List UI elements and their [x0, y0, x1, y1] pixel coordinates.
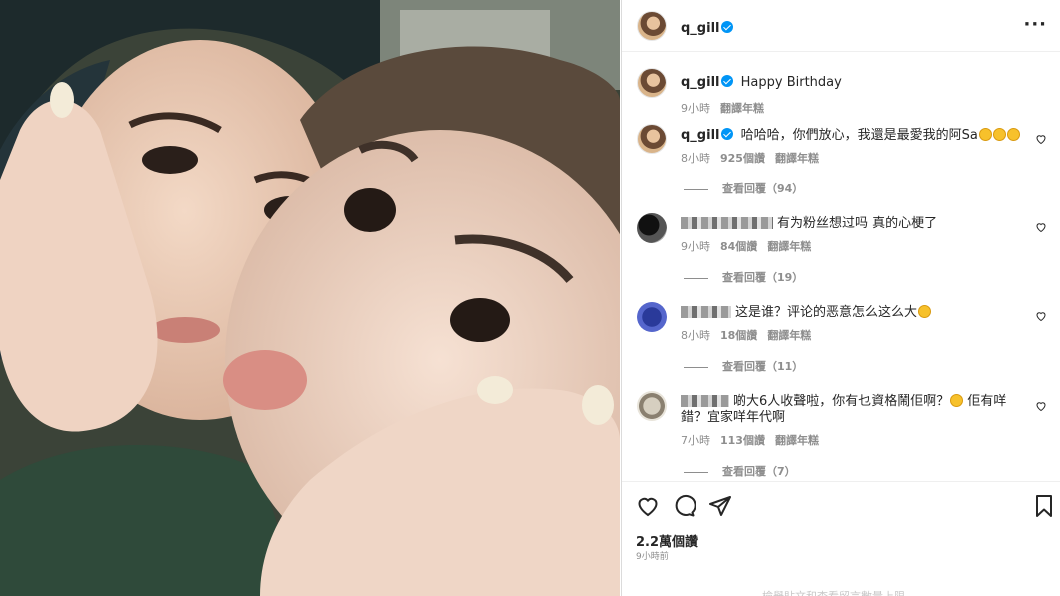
commenter-username[interactable]: q_gill	[681, 128, 719, 143]
author-avatar[interactable]	[637, 11, 667, 41]
grinning-emoji-icon	[950, 394, 964, 407]
laughing-emoji-icon	[1006, 128, 1020, 141]
share-send-icon[interactable]	[708, 494, 732, 518]
photo-illustration	[0, 0, 620, 596]
post-side-panel: q_gill ··· q_gill Happy Birthday 9小時 翻譯年糕…	[621, 0, 1060, 596]
comment-time[interactable]: 9小時	[681, 240, 710, 253]
comment-meta: 9小時 84個讚 翻譯年糕	[681, 238, 821, 254]
comment-likes[interactable]: 925個讚	[720, 152, 765, 165]
like-heart-icon[interactable]	[1035, 310, 1047, 322]
comment-text-row: q_gill 哈哈哈，你們放心，我還是最愛我的阿Sa	[681, 128, 1031, 144]
replies-line	[684, 366, 708, 368]
blurred-username[interactable]	[681, 217, 773, 229]
comment-time[interactable]: 8小時	[681, 329, 710, 342]
view-replies-button[interactable]: 查看回覆（7）	[684, 463, 796, 479]
like-heart-icon[interactable]	[1035, 221, 1047, 233]
thinking-emoji-icon	[918, 305, 932, 318]
view-replies-button[interactable]: 查看回覆（94）	[684, 180, 803, 196]
replies-line	[684, 471, 708, 473]
caption-text: Happy Birthday	[740, 75, 842, 90]
laughing-emoji-icon	[978, 128, 992, 141]
like-heart-icon[interactable]	[1035, 133, 1047, 145]
commenter-avatar[interactable]	[637, 213, 667, 243]
translate-link[interactable]: 翻譯年糕	[775, 434, 819, 447]
caption-time[interactable]: 9小時	[681, 102, 710, 115]
laughing-emoji-icon	[992, 128, 1006, 141]
replies-line	[684, 277, 708, 279]
like-heart-icon[interactable]	[1035, 400, 1047, 412]
comment-text-row: 这是谁？评论的恶意怎么这么大	[681, 305, 1031, 321]
replies-line	[684, 188, 708, 190]
author-username[interactable]: q_gill	[681, 21, 719, 36]
verified-badge-icon	[721, 128, 734, 140]
post-time[interactable]: 9小時前	[636, 549, 669, 562]
comment-text: 这是谁？评论的恶意怎么这么大	[735, 305, 918, 320]
caption-avatar[interactable]	[637, 68, 667, 98]
view-replies-label: 查看回覆（19）	[722, 271, 804, 284]
comment-meta: 8小時 925個讚 翻譯年糕	[681, 150, 829, 166]
more-options-icon[interactable]: ···	[1023, 14, 1047, 35]
view-replies-label: 查看回覆（94）	[722, 182, 804, 195]
comment-text-row: 啲大6人收聲啦，你有乜資格鬧佢啊？ 佢有咩錯？宜家咩年代啊	[681, 394, 1031, 426]
caption-username[interactable]: q_gill	[681, 75, 719, 90]
author-name-row: q_gill	[681, 17, 734, 36]
translate-link[interactable]: 翻譯年糕	[720, 102, 764, 115]
verified-badge-icon	[721, 75, 734, 87]
view-replies-button[interactable]: 查看回覆（11）	[684, 358, 803, 374]
comment-likes[interactable]: 84個讚	[720, 240, 757, 253]
commenter-avatar[interactable]	[637, 302, 667, 332]
caption-meta: 9小時 翻譯年糕	[681, 100, 774, 116]
save-bookmark-icon[interactable]	[1032, 494, 1056, 518]
comment-meta: 8小時 18個讚 翻譯年糕	[681, 327, 821, 343]
post-actions: 2.2萬個讚 9小時前 檢舉貼文和查看留言數量上限	[622, 481, 1060, 596]
comments-list[interactable]: q_gill Happy Birthday 9小時 翻譯年糕 q_gill 哈哈哈…	[622, 53, 1060, 481]
comment-text: 哈哈哈，你們放心，我還是最愛我的阿Sa	[740, 128, 978, 143]
commenter-avatar[interactable]	[637, 391, 667, 421]
view-replies-button[interactable]: 查看回覆（19）	[684, 269, 803, 285]
translate-link[interactable]: 翻譯年糕	[767, 240, 811, 253]
blurred-username[interactable]	[681, 395, 729, 407]
commenter-avatar[interactable]	[637, 124, 667, 154]
comment-meta: 7小時 113個讚 翻譯年糕	[681, 432, 829, 448]
view-replies-label: 查看回覆（11）	[722, 360, 804, 373]
view-replies-label: 查看回覆（7）	[722, 465, 796, 478]
comment-likes[interactable]: 113個讚	[720, 434, 765, 447]
comment-time[interactable]: 8小時	[681, 152, 710, 165]
comment-time[interactable]: 7小時	[681, 434, 710, 447]
post-likes-count[interactable]: 2.2萬個讚	[636, 531, 698, 550]
comment-text-row: 有为粉丝想过吗 真的心梗了	[681, 216, 1031, 232]
like-heart-icon[interactable]	[636, 494, 660, 518]
blurred-username[interactable]	[681, 306, 731, 318]
comment-text: 有为粉丝想过吗 真的心梗了	[777, 216, 938, 231]
post-header: q_gill ···	[622, 0, 1060, 52]
caption-text-row: q_gill Happy Birthday	[681, 75, 1031, 91]
post-photo[interactable]	[0, 0, 620, 596]
comment-text: 啲大6人收聲啦，你有乜資格鬧佢啊？	[733, 394, 950, 409]
comment-bubble-icon[interactable]	[672, 494, 696, 518]
translate-link[interactable]: 翻譯年糕	[775, 152, 819, 165]
verified-badge-icon	[721, 21, 734, 33]
comment-likes[interactable]: 18個讚	[720, 329, 757, 342]
faded-footer-text: 檢舉貼文和查看留言數量上限	[762, 588, 905, 596]
translate-link[interactable]: 翻譯年糕	[767, 329, 811, 342]
